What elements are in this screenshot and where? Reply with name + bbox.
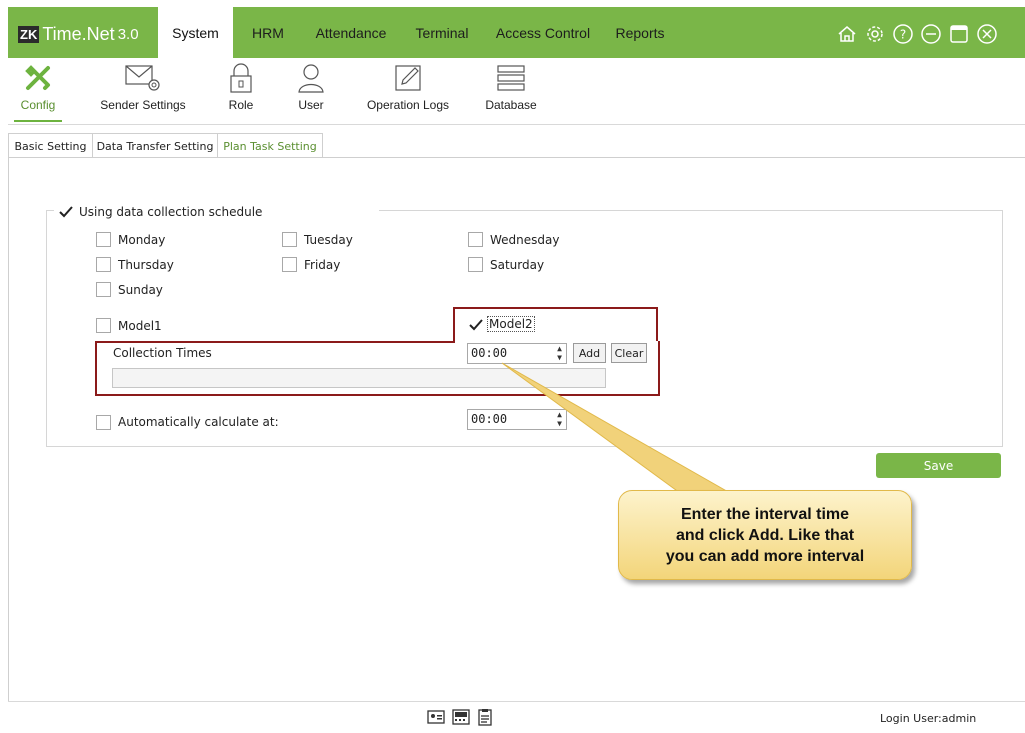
schedule-checkbox[interactable] — [58, 204, 74, 220]
tab-basic-setting[interactable]: Basic Setting — [8, 133, 93, 158]
auto-calc-label: Automatically calculate at: — [118, 415, 279, 429]
toolbar-user[interactable]: User — [288, 60, 334, 124]
toolbar-sender-settings-label: Sender Settings — [100, 98, 186, 112]
toolbar-role[interactable]: Role — [218, 60, 264, 124]
close-icon[interactable] — [976, 23, 998, 45]
sunday-checkbox[interactable] — [96, 282, 111, 297]
lock-icon — [218, 60, 264, 96]
saturday-checkbox[interactable] — [468, 257, 483, 272]
login-user-status: Login User:admin — [880, 712, 977, 725]
nav-access-control[interactable]: Access Control — [493, 7, 593, 58]
id-card-icon[interactable] — [427, 708, 445, 726]
model1-checkbox[interactable] — [96, 318, 111, 333]
sunday-label: Sunday — [118, 283, 163, 297]
tools-icon — [12, 60, 64, 96]
collection-times-label: Collection Times — [113, 346, 212, 360]
active-tool-underline — [14, 120, 62, 122]
auto-calc-checkbox[interactable] — [96, 415, 111, 430]
callout-bubble: Enter the interval time and click Add. L… — [618, 490, 912, 580]
app-logo: ZK Time.Net 3.0 — [18, 23, 139, 45]
toolbar-database[interactable]: Database — [478, 60, 544, 124]
save-button[interactable]: Save — [876, 453, 1001, 478]
callout-line-3: you can add more interval — [665, 547, 865, 565]
gear-icon[interactable] — [864, 23, 886, 45]
toolbar-config[interactable]: Config — [12, 60, 64, 124]
app-name: Time.Net — [42, 23, 115, 44]
database-icon — [478, 60, 544, 96]
tuesday-checkbox[interactable] — [282, 232, 297, 247]
nav-terminal[interactable]: Terminal — [411, 7, 473, 58]
annotation-line — [95, 341, 455, 343]
nav-hrm[interactable]: HRM — [246, 7, 290, 58]
nav-system[interactable]: System — [158, 7, 233, 58]
tab-data-transfer-setting[interactable]: Data Transfer Setting — [92, 133, 218, 158]
user-icon — [288, 60, 334, 96]
app-version: 3.0 — [117, 25, 139, 43]
toolbar-user-label: User — [298, 98, 324, 112]
status-divider — [8, 701, 1025, 702]
tuesday-label: Tuesday — [304, 233, 353, 247]
thursday-label: Thursday — [118, 258, 174, 272]
monday-checkbox[interactable] — [96, 232, 111, 247]
tab-plan-task-setting[interactable]: Plan Task Setting — [217, 133, 323, 158]
friday-checkbox[interactable] — [282, 257, 297, 272]
tab-divider — [8, 157, 1025, 158]
home-icon[interactable] — [836, 23, 858, 45]
monday-label: Monday — [118, 233, 166, 247]
toolbar-sender-settings[interactable]: Sender Settings — [92, 60, 194, 124]
toolbar-database-label: Database — [485, 98, 537, 112]
wednesday-label: Wednesday — [490, 233, 560, 247]
nav-attendance[interactable]: Attendance — [308, 7, 394, 58]
logo-mark: ZK — [18, 25, 40, 43]
edit-log-icon — [358, 60, 458, 96]
callout-line-1: Enter the interval time — [680, 505, 850, 523]
help-icon[interactable]: ? — [892, 23, 914, 45]
model1-label: Model1 — [118, 319, 162, 333]
wednesday-checkbox[interactable] — [468, 232, 483, 247]
friday-label: Friday — [304, 258, 341, 272]
toolbar-role-label: Role — [228, 98, 254, 112]
top-menu-bar: ZK Time.Net 3.0 System HRM Attendance Te… — [8, 7, 1025, 58]
report-icon[interactable] — [476, 708, 494, 726]
device-icon[interactable] — [452, 708, 470, 726]
minimize-icon[interactable] — [920, 23, 942, 45]
mail-settings-icon — [92, 60, 194, 96]
thursday-checkbox[interactable] — [96, 257, 111, 272]
callout-line-2: and click Add. Like that — [675, 526, 855, 544]
content-border — [8, 157, 9, 701]
nav-reports[interactable]: Reports — [611, 7, 669, 58]
annotation-box-top — [453, 307, 658, 341]
callout-pointer — [501, 362, 732, 494]
svg-text:?: ? — [900, 28, 906, 42]
toolbar-operation-logs[interactable]: Operation Logs — [358, 60, 458, 124]
maximize-icon[interactable] — [948, 23, 970, 45]
toolbar-divider — [8, 124, 1025, 125]
toolbar-config-label: Config — [20, 98, 56, 112]
schedule-label: Using data collection schedule — [79, 205, 263, 219]
saturday-label: Saturday — [490, 258, 545, 272]
toolbar-operation-logs-label: Operation Logs — [366, 98, 450, 112]
